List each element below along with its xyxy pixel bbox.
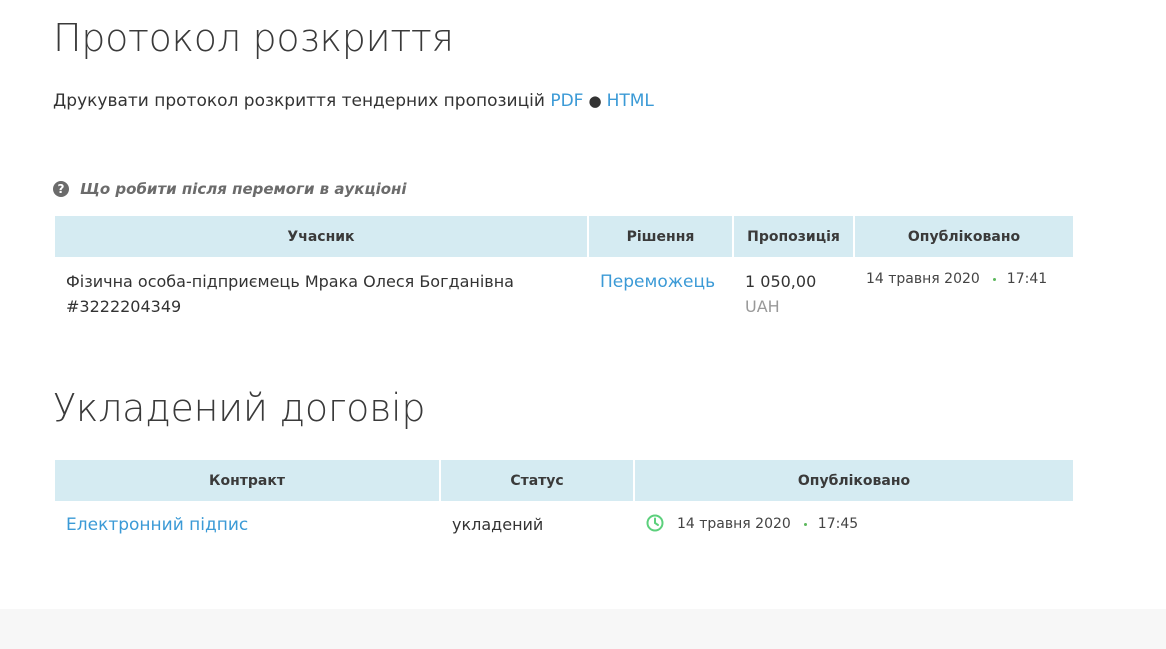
separator-dot: ● [588, 92, 602, 110]
status-cell: укладений [441, 501, 633, 538]
participant-cell: Фізична особа-підприємець Мрака Олеся Бо… [55, 257, 587, 319]
print-text: Друкувати протокол розкриття тендерних п… [53, 91, 545, 111]
header-published: Опубліковано [855, 216, 1073, 257]
table-row: Фізична особа-підприємець Мрака Олеся Бо… [55, 257, 1073, 319]
contract-section-title: Укладений договір [53, 386, 426, 430]
pdf-link[interactable]: PDF [550, 91, 583, 111]
header-status: Статус [441, 460, 633, 501]
offer-cell: 1 050,00 UAH [734, 257, 853, 319]
header-offer: Пропозиція [734, 216, 853, 257]
table-row: Електронний підпис укладений 14 травня 2… [55, 501, 1073, 538]
contract-published-time: 17:45 [817, 516, 859, 532]
header-contract: Контракт [55, 460, 439, 501]
dot-separator [803, 522, 807, 526]
contract-status: укладений [452, 515, 544, 534]
published-date: 14 травня 2020 [866, 271, 980, 287]
participant-id: #3222204349 [66, 297, 182, 316]
winner-link[interactable]: Переможець [600, 272, 715, 292]
header-decision: Рішення [589, 216, 732, 257]
clock-icon [646, 514, 664, 532]
decision-cell: Переможець [589, 257, 732, 319]
help-link[interactable]: ? Що робити після перемоги в аукціоні [53, 178, 407, 200]
bids-table: Учасник Рішення Пропозиція Опубліковано … [53, 216, 1075, 319]
contract-table: Контракт Статус Опубліковано Електронний… [53, 460, 1075, 538]
header-contract-published: Опубліковано [635, 460, 1073, 501]
header-participant: Учасник [55, 216, 587, 257]
contract-published-date: 14 травня 2020 [677, 516, 791, 532]
published-cell: 14 травня 2020 17:41 [855, 257, 1073, 319]
question-circle-icon: ? [53, 181, 69, 197]
help-text: Що робити після перемоги в аукціоні [80, 180, 407, 198]
electronic-signature-link[interactable]: Електронний підпис [66, 515, 248, 535]
html-link[interactable]: HTML [607, 91, 654, 111]
participant-name: Фізична особа-підприємець Мрака Олеся Бо… [66, 272, 514, 291]
dot-separator [992, 277, 996, 281]
contract-published-cell: 14 травня 2020 17:45 [635, 501, 1073, 538]
contract-cell: Електронний підпис [55, 501, 439, 538]
offer-amount: 1 050,00 [745, 272, 817, 291]
footer-band [0, 609, 1166, 649]
print-protocol-line: Друкувати протокол розкриття тендерних п… [53, 89, 654, 113]
page-title: Протокол розкриття [53, 16, 454, 60]
published-time: 17:41 [1006, 271, 1048, 287]
offer-currency: UAH [745, 297, 780, 316]
